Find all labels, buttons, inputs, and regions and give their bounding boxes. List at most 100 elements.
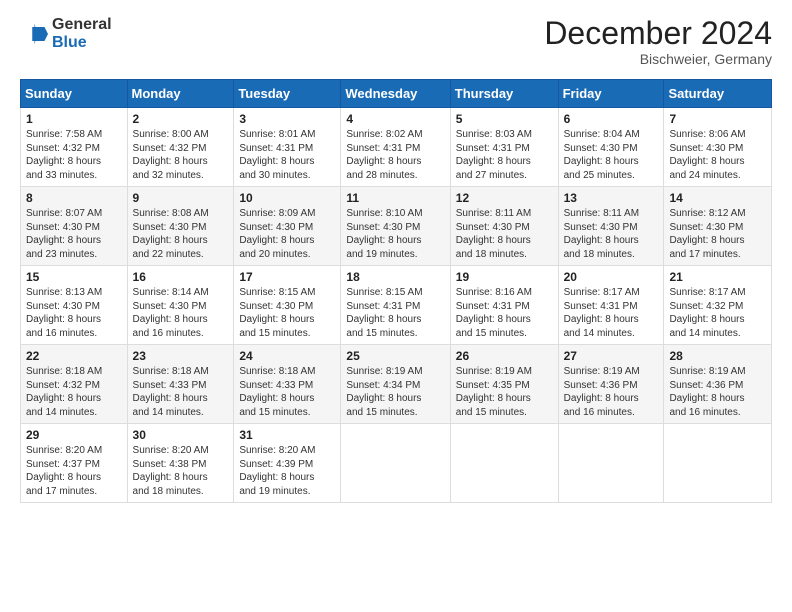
day-number: 24 xyxy=(239,349,335,363)
day-number: 22 xyxy=(26,349,122,363)
calendar-cell: 20 Sunrise: 8:17 AM Sunset: 4:31 PM Dayli… xyxy=(558,266,664,345)
cell-content: Sunrise: 8:20 AM Sunset: 4:37 PM Dayligh… xyxy=(26,444,122,498)
calendar-cell: 29 Sunrise: 8:20 AM Sunset: 4:37 PM Dayli… xyxy=(21,424,128,503)
page: General Blue December 2024 Bischweier, G… xyxy=(0,0,792,612)
calendar-cell: 1Sunrise: 7:58 AM Sunset: 4:32 PM Daylig… xyxy=(21,108,128,187)
cell-content: Sunrise: 8:10 AM Sunset: 4:30 PM Dayligh… xyxy=(346,207,444,261)
day-number: 17 xyxy=(239,270,335,284)
calendar-cell: 31 Sunrise: 8:20 AM Sunset: 4:39 PM Dayli… xyxy=(234,424,341,503)
day-number: 20 xyxy=(564,270,659,284)
cell-content: Sunrise: 8:18 AM Sunset: 4:33 PM Dayligh… xyxy=(133,365,229,419)
logo: General Blue xyxy=(20,16,112,51)
calendar-cell: 5Sunrise: 8:03 AM Sunset: 4:31 PM Daylig… xyxy=(450,108,558,187)
calendar-cell xyxy=(450,424,558,503)
cell-content: Sunrise: 8:18 AM Sunset: 4:32 PM Dayligh… xyxy=(26,365,122,419)
cell-content: Sunrise: 8:15 AM Sunset: 4:31 PM Dayligh… xyxy=(346,286,444,340)
calendar-header-row: SundayMondayTuesdayWednesdayThursdayFrid… xyxy=(21,80,772,108)
day-number: 28 xyxy=(669,349,766,363)
cell-content: Sunrise: 8:03 AM Sunset: 4:31 PM Dayligh… xyxy=(456,128,553,182)
day-number: 8 xyxy=(26,191,122,205)
calendar-cell: 3 Sunrise: 8:01 AM Sunset: 4:31 PM Daylig… xyxy=(234,108,341,187)
month-title: December 2024 xyxy=(544,16,772,51)
calendar-day-header: Tuesday xyxy=(234,80,341,108)
cell-content: Sunrise: 8:19 AM Sunset: 4:35 PM Dayligh… xyxy=(456,365,553,419)
calendar-cell: 18Sunrise: 8:15 AM Sunset: 4:31 PM Dayli… xyxy=(341,266,450,345)
day-number: 27 xyxy=(564,349,659,363)
calendar-day-header: Thursday xyxy=(450,80,558,108)
day-number: 30 xyxy=(133,428,229,442)
day-number: 12 xyxy=(456,191,553,205)
day-number: 29 xyxy=(26,428,122,442)
calendar-cell: 9 Sunrise: 8:08 AM Sunset: 4:30 PM Daylig… xyxy=(127,187,234,266)
day-number: 9 xyxy=(133,191,229,205)
calendar-week-row: 15 Sunrise: 8:13 AM Sunset: 4:30 PM Dayli… xyxy=(21,266,772,345)
cell-content: Sunrise: 8:14 AM Sunset: 4:30 PM Dayligh… xyxy=(133,286,229,340)
cell-content: Sunrise: 8:16 AM Sunset: 4:31 PM Dayligh… xyxy=(456,286,553,340)
calendar-cell: 10Sunrise: 8:09 AM Sunset: 4:30 PM Dayli… xyxy=(234,187,341,266)
cell-content: Sunrise: 8:01 AM Sunset: 4:31 PM Dayligh… xyxy=(239,128,335,182)
header: General Blue December 2024 Bischweier, G… xyxy=(20,16,772,67)
day-number: 6 xyxy=(564,112,659,126)
calendar-day-header: Wednesday xyxy=(341,80,450,108)
day-number: 16 xyxy=(133,270,229,284)
calendar-cell: 8Sunrise: 8:07 AM Sunset: 4:30 PM Daylig… xyxy=(21,187,128,266)
calendar-cell: 14Sunrise: 8:12 AM Sunset: 4:30 PM Dayli… xyxy=(664,187,772,266)
calendar-cell: 2Sunrise: 8:00 AM Sunset: 4:32 PM Daylig… xyxy=(127,108,234,187)
day-number: 2 xyxy=(133,112,229,126)
location: Bischweier, Germany xyxy=(544,51,772,67)
day-number: 15 xyxy=(26,270,122,284)
cell-content: Sunrise: 8:19 AM Sunset: 4:36 PM Dayligh… xyxy=(564,365,659,419)
calendar-day-header: Saturday xyxy=(664,80,772,108)
cell-content: Sunrise: 8:06 AM Sunset: 4:30 PM Dayligh… xyxy=(669,128,766,182)
calendar-cell: 26 Sunrise: 8:19 AM Sunset: 4:35 PM Dayli… xyxy=(450,345,558,424)
calendar-cell: 22 Sunrise: 8:18 AM Sunset: 4:32 PM Dayli… xyxy=(21,345,128,424)
day-number: 25 xyxy=(346,349,444,363)
logo-icon xyxy=(20,20,48,48)
cell-content: Sunrise: 7:58 AM Sunset: 4:32 PM Dayligh… xyxy=(26,128,122,182)
cell-content: Sunrise: 8:19 AM Sunset: 4:36 PM Dayligh… xyxy=(669,365,766,419)
title-block: December 2024 Bischweier, Germany xyxy=(544,16,772,67)
cell-content: Sunrise: 8:17 AM Sunset: 4:32 PM Dayligh… xyxy=(669,286,766,340)
calendar-cell xyxy=(558,424,664,503)
day-number: 13 xyxy=(564,191,659,205)
logo-text: General Blue xyxy=(52,16,112,51)
day-number: 10 xyxy=(239,191,335,205)
day-number: 19 xyxy=(456,270,553,284)
day-number: 7 xyxy=(669,112,766,126)
cell-content: Sunrise: 8:08 AM Sunset: 4:30 PM Dayligh… xyxy=(133,207,229,261)
cell-content: Sunrise: 8:19 AM Sunset: 4:34 PM Dayligh… xyxy=(346,365,444,419)
calendar-cell: 30 Sunrise: 8:20 AM Sunset: 4:38 PM Dayli… xyxy=(127,424,234,503)
day-number: 3 xyxy=(239,112,335,126)
day-number: 31 xyxy=(239,428,335,442)
calendar-cell xyxy=(664,424,772,503)
calendar-day-header: Monday xyxy=(127,80,234,108)
calendar-week-row: 1Sunrise: 7:58 AM Sunset: 4:32 PM Daylig… xyxy=(21,108,772,187)
calendar-week-row: 22 Sunrise: 8:18 AM Sunset: 4:32 PM Dayli… xyxy=(21,345,772,424)
day-number: 23 xyxy=(133,349,229,363)
day-number: 14 xyxy=(669,191,766,205)
calendar-cell: 17 Sunrise: 8:15 AM Sunset: 4:30 PM Dayli… xyxy=(234,266,341,345)
day-number: 11 xyxy=(346,191,444,205)
cell-content: Sunrise: 8:11 AM Sunset: 4:30 PM Dayligh… xyxy=(456,207,553,261)
calendar-cell: 24Sunrise: 8:18 AM Sunset: 4:33 PM Dayli… xyxy=(234,345,341,424)
cell-content: Sunrise: 8:13 AM Sunset: 4:30 PM Dayligh… xyxy=(26,286,122,340)
cell-content: Sunrise: 8:02 AM Sunset: 4:31 PM Dayligh… xyxy=(346,128,444,182)
calendar-cell xyxy=(341,424,450,503)
calendar-cell: 21 Sunrise: 8:17 AM Sunset: 4:32 PM Dayli… xyxy=(664,266,772,345)
calendar-cell: 7 Sunrise: 8:06 AM Sunset: 4:30 PM Daylig… xyxy=(664,108,772,187)
day-number: 21 xyxy=(669,270,766,284)
day-number: 26 xyxy=(456,349,553,363)
calendar-cell: 6 Sunrise: 8:04 AM Sunset: 4:30 PM Daylig… xyxy=(558,108,664,187)
cell-content: Sunrise: 8:17 AM Sunset: 4:31 PM Dayligh… xyxy=(564,286,659,340)
calendar-day-header: Sunday xyxy=(21,80,128,108)
calendar-cell: 27 Sunrise: 8:19 AM Sunset: 4:36 PM Dayli… xyxy=(558,345,664,424)
cell-content: Sunrise: 8:04 AM Sunset: 4:30 PM Dayligh… xyxy=(564,128,659,182)
cell-content: Sunrise: 8:15 AM Sunset: 4:30 PM Dayligh… xyxy=(239,286,335,340)
logo-general-text: General xyxy=(52,16,112,34)
cell-content: Sunrise: 8:20 AM Sunset: 4:38 PM Dayligh… xyxy=(133,444,229,498)
cell-content: Sunrise: 8:20 AM Sunset: 4:39 PM Dayligh… xyxy=(239,444,335,498)
calendar-cell: 15 Sunrise: 8:13 AM Sunset: 4:30 PM Dayli… xyxy=(21,266,128,345)
calendar-cell: 23 Sunrise: 8:18 AM Sunset: 4:33 PM Dayli… xyxy=(127,345,234,424)
calendar-cell: 28 Sunrise: 8:19 AM Sunset: 4:36 PM Dayli… xyxy=(664,345,772,424)
logo-blue-text: Blue xyxy=(52,34,112,52)
